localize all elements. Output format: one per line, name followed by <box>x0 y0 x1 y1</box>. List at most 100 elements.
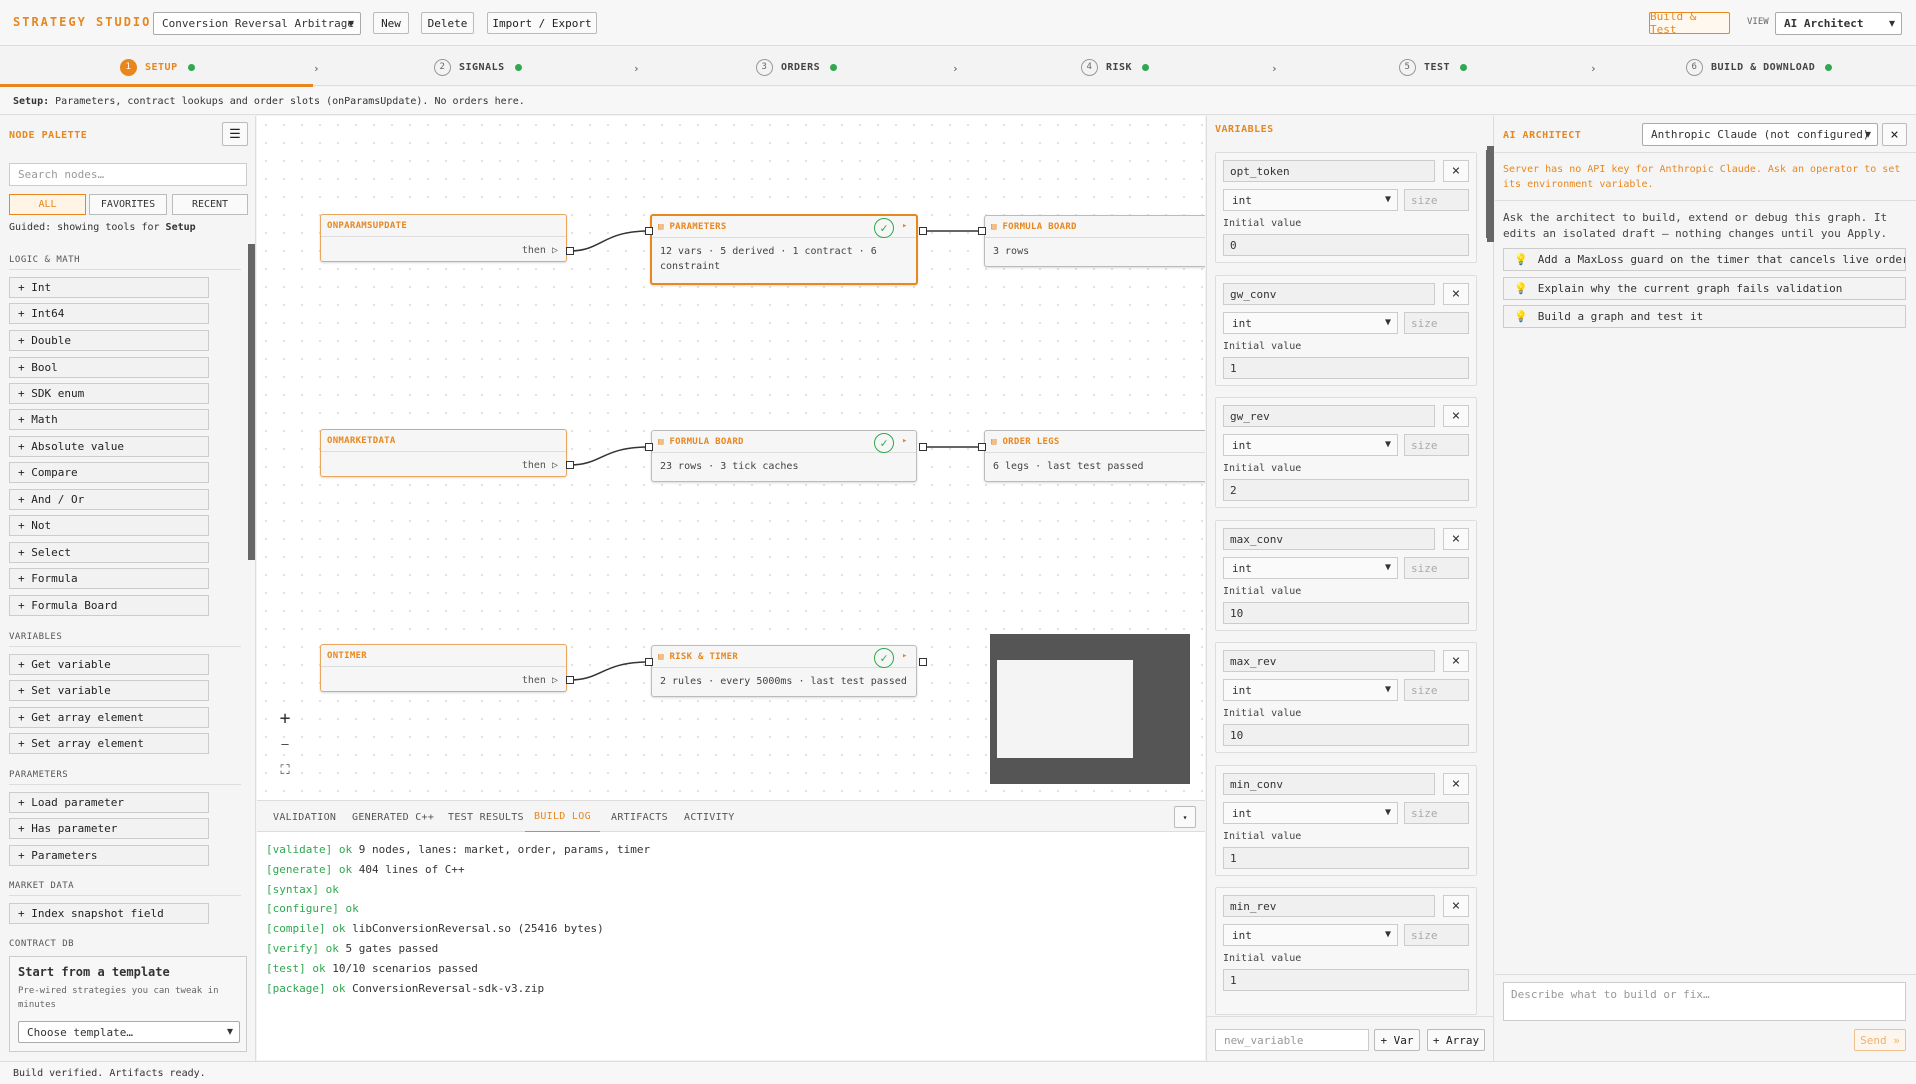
filter-recent[interactable]: RECENT <box>172 194 248 215</box>
add-array-button[interactable]: + Array <box>1427 1029 1485 1051</box>
variable-name-input[interactable]: gw_conv <box>1223 283 1435 305</box>
palette-item[interactable]: + Get array element <box>9 707 209 728</box>
remove-variable-button[interactable]: × <box>1443 283 1469 305</box>
palette-item[interactable]: + Set variable <box>9 680 209 701</box>
event-node-onmarketdata[interactable]: ONMARKETDATA then ▷ <box>320 429 567 477</box>
tab-validation[interactable]: VALIDATION <box>273 801 336 833</box>
variable-size-input[interactable]: size <box>1404 189 1469 211</box>
palette-item[interactable]: + Not <box>9 515 209 536</box>
event-node-ontimer[interactable]: ONTIMER then ▷ <box>320 644 567 692</box>
collapse-panel-button[interactable]: ▾ <box>1174 806 1196 828</box>
palette-item[interactable]: + Select <box>9 542 209 563</box>
variable-size-input[interactable]: size <box>1404 924 1469 946</box>
palette-item[interactable]: + Absolute value <box>9 436 209 457</box>
variable-type-select[interactable]: int ▼ <box>1223 189 1398 211</box>
initial-value-input[interactable]: 1 <box>1223 847 1469 869</box>
palette-item[interactable]: + Load parameter <box>9 792 209 813</box>
palette-item[interactable]: + Int <box>9 277 209 298</box>
send-button[interactable]: Send » <box>1854 1029 1906 1051</box>
view-select[interactable]: AI Architect ▼ <box>1775 12 1902 35</box>
initial-value-input[interactable]: 1 <box>1223 969 1469 991</box>
suggestion-item[interactable]: 💡 Build a graph and test it <box>1503 305 1906 328</box>
variable-type-select[interactable]: int ▼ <box>1223 434 1398 456</box>
initial-value-input[interactable]: 10 <box>1223 724 1469 746</box>
variable-size-input[interactable]: size <box>1404 679 1469 701</box>
initial-value-input[interactable]: 1 <box>1223 357 1469 379</box>
new-button[interactable]: New <box>373 12 409 34</box>
initial-value-input[interactable]: 2 <box>1223 479 1469 501</box>
output-port[interactable] <box>919 227 927 235</box>
variable-size-input[interactable]: size <box>1404 312 1469 334</box>
event-node-onparamsupdate[interactable]: ONPARAMSUPDATE then ▷ <box>320 214 567 262</box>
template-select[interactable]: Choose template… ▼ <box>18 1021 240 1043</box>
remove-variable-button[interactable]: × <box>1443 405 1469 427</box>
suggestion-item[interactable]: 💡 Add a MaxLoss guard on the timer that c… <box>1503 248 1906 271</box>
tab-artifacts[interactable]: ARTIFACTS <box>611 801 668 833</box>
node-formula-board[interactable]: ▤ FORMULA BOARD 3 rows <box>984 215 1205 267</box>
initial-value-input[interactable]: 10 <box>1223 602 1469 624</box>
minimap[interactable] <box>990 634 1190 784</box>
palette-item[interactable]: + SDK enum <box>9 383 209 404</box>
zoom-in-button[interactable]: + <box>270 706 300 730</box>
palette-item[interactable]: + Index snapshot field <box>9 903 209 924</box>
palette-item[interactable]: + Compare <box>9 462 209 483</box>
add-var-button[interactable]: + Var <box>1374 1029 1420 1051</box>
input-port[interactable] <box>978 227 986 235</box>
fit-view-button[interactable]: ⛶ <box>270 758 300 782</box>
remove-variable-button[interactable]: × <box>1443 528 1469 550</box>
variable-size-input[interactable]: size <box>1404 557 1469 579</box>
zoom-out-button[interactable]: — <box>270 732 300 756</box>
tab-test-results[interactable]: TEST RESULTS <box>448 801 524 833</box>
minimap-viewport[interactable] <box>997 660 1133 758</box>
strategy-select[interactable]: Conversion Reversal Arbitrage ▼ <box>153 12 361 35</box>
variable-type-select[interactable]: int ▼ <box>1223 802 1398 824</box>
import-export-button[interactable]: Import / Export <box>487 12 597 34</box>
palette-item[interactable]: + Math <box>9 409 209 430</box>
remove-variable-button[interactable]: × <box>1443 773 1469 795</box>
palette-item[interactable]: + Int64 <box>9 303 209 324</box>
output-port[interactable] <box>919 443 927 451</box>
new-variable-input[interactable]: new_variable <box>1215 1029 1369 1051</box>
palette-item[interactable]: + Has parameter <box>9 818 209 839</box>
variable-name-input[interactable]: max_conv <box>1223 528 1435 550</box>
variable-name-input[interactable]: gw_rev <box>1223 405 1435 427</box>
variable-type-select[interactable]: int ▼ <box>1223 924 1398 946</box>
variable-name-input[interactable]: max_rev <box>1223 650 1435 672</box>
palette-item[interactable]: + Parameters <box>9 845 209 866</box>
ai-scrollbar[interactable] <box>1486 150 1493 238</box>
output-port[interactable] <box>566 247 574 255</box>
remove-variable-button[interactable]: × <box>1443 160 1469 182</box>
ai-prompt-input[interactable]: Describe what to build or fix… <box>1503 982 1906 1021</box>
variable-name-input[interactable]: opt_token <box>1223 160 1435 182</box>
variable-size-input[interactable]: size <box>1404 802 1469 824</box>
palette-item[interactable]: + Set array element <box>9 733 209 754</box>
step-build-download[interactable]: 6 BUILD & DOWNLOAD <box>1686 48 1833 86</box>
remove-variable-button[interactable]: × <box>1443 650 1469 672</box>
remove-variable-button[interactable]: × <box>1443 895 1469 917</box>
delete-button[interactable]: Delete <box>421 12 474 34</box>
input-port[interactable] <box>645 227 653 235</box>
suggestion-item[interactable]: 💡 Explain why the current graph fails val… <box>1503 277 1906 300</box>
palette-item[interactable]: + Bool <box>9 357 209 378</box>
step-signals[interactable]: 2 SIGNALS <box>434 48 522 86</box>
palette-item[interactable]: + Get variable <box>9 654 209 675</box>
palette-menu-icon[interactable]: ☰ <box>222 122 248 146</box>
input-port[interactable] <box>645 658 653 666</box>
tab-activity[interactable]: ACTIVITY <box>684 801 735 833</box>
output-port[interactable] <box>919 658 927 666</box>
ai-provider-select[interactable]: Anthropic Claude (not configured) ▼ <box>1642 123 1878 146</box>
step-orders[interactable]: 3 ORDERS <box>756 48 838 86</box>
tab-generated-cpp[interactable]: GENERATED C++ <box>352 801 434 833</box>
node-order-legs[interactable]: ▤ ORDER LEGS 6 legs · last test passed <box>984 430 1205 482</box>
build-test-button[interactable]: Build & Test <box>1649 10 1730 36</box>
palette-item[interactable]: + And / Or <box>9 489 209 510</box>
tab-build-log[interactable]: BUILD LOG <box>525 801 600 833</box>
output-port[interactable] <box>566 461 574 469</box>
initial-value-input[interactable]: 0 <box>1223 234 1469 256</box>
step-risk[interactable]: 4 RISK <box>1081 48 1150 86</box>
variable-size-input[interactable]: size <box>1404 434 1469 456</box>
step-test[interactable]: 5 TEST <box>1399 48 1468 86</box>
palette-item[interactable]: + Formula Board <box>9 595 209 616</box>
variable-type-select[interactable]: int ▼ <box>1223 557 1398 579</box>
palette-search-input[interactable]: Search nodes… <box>9 163 247 186</box>
